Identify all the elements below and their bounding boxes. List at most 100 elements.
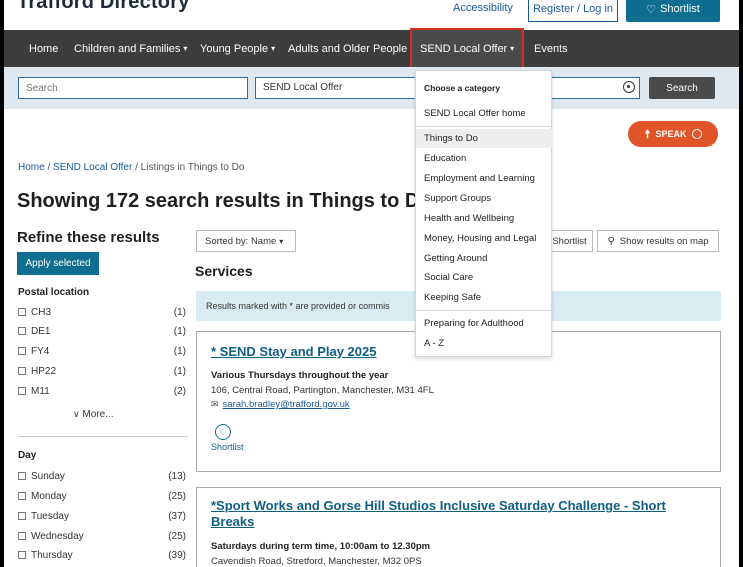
dropdown-item[interactable]: Employment and Learning xyxy=(416,169,553,188)
heart-icon: ♡ xyxy=(646,3,657,16)
checkbox[interactable] xyxy=(18,472,26,480)
day-filter-row[interactable]: Tuesday (37) xyxy=(18,507,186,525)
checkbox[interactable] xyxy=(18,512,26,520)
shortlist-top-label: Shortlist xyxy=(660,3,700,15)
filter-label: Sunday xyxy=(31,470,65,482)
caret-down-icon: ▾ xyxy=(510,44,515,53)
chevron-down-icon: ∨ xyxy=(73,409,80,419)
filter-count: (25) xyxy=(168,490,186,502)
checkbox[interactable] xyxy=(18,532,26,540)
dropdown-item[interactable]: SEND Local Offer home xyxy=(416,104,553,123)
filter-label: M11 xyxy=(31,385,50,397)
checkbox[interactable] xyxy=(18,387,26,395)
postal-filter-row[interactable]: FY4 (1) xyxy=(18,342,186,360)
result-card: *Sport Works and Gorse Hill Studios Incl… xyxy=(196,487,721,567)
filter-label: Tuesday xyxy=(31,510,69,522)
nav-young-people[interactable]: Young People ▾ xyxy=(200,30,275,67)
location-target-icon[interactable] xyxy=(623,81,635,93)
shortlist-filter-button[interactable]: Shortlist xyxy=(546,230,593,252)
postal-filter-row[interactable]: HP22 (1) xyxy=(18,362,186,380)
caret-down-icon: ▾ xyxy=(279,236,284,246)
checkbox[interactable] xyxy=(18,551,26,559)
filter-count: (39) xyxy=(168,549,186,561)
more-label: More... xyxy=(82,409,114,420)
nav-children-families[interactable]: Children and Families ▾ xyxy=(74,30,187,67)
filter-label: Monday xyxy=(31,490,67,502)
filter-count: (25) xyxy=(168,530,186,542)
dropdown-item[interactable]: Keeping Safe xyxy=(416,288,553,307)
nav-adults-older-people[interactable]: Adults and Older People ▾ xyxy=(288,30,414,67)
dropdown-item[interactable]: Health and Wellbeing xyxy=(416,209,553,228)
postal-filter-row[interactable]: CH3 (1) xyxy=(18,303,186,321)
apply-selected-button[interactable]: Apply selected xyxy=(17,252,99,275)
filter-count: (1) xyxy=(173,345,186,357)
result-schedule: Various Thursdays throughout the year xyxy=(211,370,389,381)
filter-label: CH3 xyxy=(31,306,52,318)
divider xyxy=(18,436,188,437)
dropdown-item[interactable]: Preparing for Adulthood xyxy=(416,314,553,333)
dropdown-item[interactable]: Getting Around xyxy=(416,249,553,268)
day-filter-row[interactable]: Thursday (39) xyxy=(18,546,186,564)
filter-label: FY4 xyxy=(31,345,50,357)
result-email-link[interactable]: sarah.bradley@trafford.gov.uk xyxy=(223,399,350,410)
checkbox[interactable] xyxy=(18,327,26,335)
dropdown-item[interactable]: Money, Housing and Legal xyxy=(416,229,553,248)
dropdown-item[interactable]: Support Groups xyxy=(416,189,553,208)
checkbox[interactable] xyxy=(18,367,26,375)
day-filter-row[interactable]: Monday (25) xyxy=(18,487,186,505)
result-address: Cavendish Road, Stretford, Manchester, M… xyxy=(211,556,422,567)
breadcrumb-current: Listings in Things to Do xyxy=(140,162,245,173)
mail-icon: ✉ xyxy=(211,399,219,409)
filter-label: HP22 xyxy=(31,365,57,377)
postal-location-title: Postal location xyxy=(18,287,90,298)
dropdown-item[interactable]: Social Care xyxy=(416,268,553,287)
breadcrumb-separator: / xyxy=(47,162,51,173)
nav-send-local-offer[interactable]: SEND Local Offer ▾ xyxy=(410,28,525,69)
accessibility-person-icon: ☨ xyxy=(644,128,651,141)
dropdown-item-a-z[interactable]: A - Z xyxy=(416,334,553,353)
checkbox[interactable] xyxy=(18,492,26,500)
search-input[interactable] xyxy=(18,77,248,99)
checkbox[interactable] xyxy=(18,308,26,316)
page-title: Showing 172 search results in Things to … xyxy=(17,190,420,212)
result-email-row: ✉ sarah.bradley@trafford.gov.uk xyxy=(211,399,706,410)
postal-filter-row[interactable]: DE1 (1) xyxy=(18,322,186,340)
show-map-button[interactable]: ⚲ Show results on map xyxy=(597,230,719,252)
breadcrumb-separator: / xyxy=(135,162,138,173)
dropdown-divider xyxy=(416,310,553,311)
shortlist-top-button[interactable]: ♡ Shortlist xyxy=(626,0,720,22)
result-shortlist-button[interactable]: ♡ Shortlist xyxy=(211,424,251,452)
play-circle-icon xyxy=(691,129,702,139)
day-title: Day xyxy=(18,450,37,461)
dropdown-heading: Choose a category xyxy=(424,83,501,93)
filter-count: (2) xyxy=(173,385,186,397)
more-postal-link[interactable]: ∨ More... xyxy=(73,409,114,420)
caret-down-icon: ▾ xyxy=(271,44,276,53)
result-address: 106, Central Road, Partington, Mancheste… xyxy=(211,385,434,396)
nav-home[interactable]: Home xyxy=(29,30,58,67)
day-filter-row[interactable]: Wednesday (25) xyxy=(18,527,186,545)
dropdown-item[interactable]: Education xyxy=(416,149,553,168)
sort-dropdown[interactable]: Sorted by: Name ▾ xyxy=(196,230,296,252)
breadcrumb-home[interactable]: Home xyxy=(18,162,45,173)
accessibility-link[interactable]: Accessibility xyxy=(453,2,513,14)
nav-children-families-label: Children and Families xyxy=(74,42,181,55)
register-login-button[interactable]: Register / Log in xyxy=(528,0,618,22)
caret-down-icon: ▾ xyxy=(183,44,188,53)
postal-filter-row[interactable]: M11 (2) xyxy=(18,382,186,400)
checkbox[interactable] xyxy=(18,347,26,355)
speak-label: SPEAK xyxy=(655,129,687,139)
search-button[interactable]: Search xyxy=(649,77,715,99)
speak-button[interactable]: ☨ SPEAK xyxy=(628,121,718,147)
filter-count: (13) xyxy=(168,470,186,482)
day-filter-row[interactable]: Sunday (13) xyxy=(18,467,186,485)
page-frame: Trafford Directory Accessibility Registe… xyxy=(4,0,739,567)
filter-count: (1) xyxy=(173,325,186,337)
result-title-link[interactable]: *Sport Works and Gorse Hill Studios Incl… xyxy=(211,498,706,530)
site-title[interactable]: Trafford Directory xyxy=(17,0,190,14)
breadcrumb-send[interactable]: SEND Local Offer xyxy=(53,162,132,173)
nav-events[interactable]: Events xyxy=(534,30,568,67)
nav-send-local-offer-label: SEND Local Offer xyxy=(420,42,508,55)
refine-title: Refine these results xyxy=(17,229,160,246)
dropdown-item-things-to-do[interactable]: Things to Do xyxy=(416,129,553,148)
